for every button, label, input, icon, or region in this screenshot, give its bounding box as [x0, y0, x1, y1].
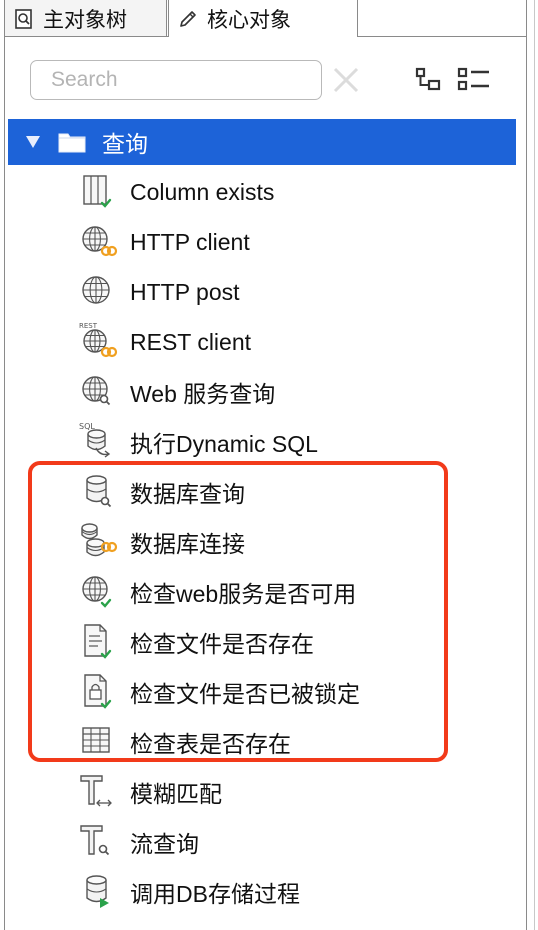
tree-item-label: Column exists [130, 178, 275, 205]
clear-x-icon[interactable] [332, 66, 360, 94]
tab-core-objects[interactable]: 核心对象 [168, 0, 358, 37]
tree-node-query[interactable]: 查询 [8, 119, 516, 165]
tab-label: 主对象树 [43, 7, 127, 32]
search-input[interactable] [30, 60, 322, 100]
tree-item-label: 执行Dynamic SQL [130, 431, 318, 457]
column-check-icon [78, 170, 128, 214]
tree-item[interactable]: 流查询 [78, 819, 518, 865]
list-view-icon[interactable] [457, 67, 491, 93]
stream-lookup-icon [78, 820, 128, 864]
tree-item[interactable]: SQL 执行Dynamic SQL [78, 419, 518, 465]
tab-main-object-tree[interactable]: 主对象树 [5, 0, 167, 37]
expand-arrow-icon[interactable] [26, 136, 40, 148]
tree-item-label: 模糊匹配 [130, 781, 222, 807]
globe-search-icon [78, 370, 128, 414]
hierarchy-view-icon[interactable] [415, 67, 443, 93]
svg-text:REST: REST [79, 322, 98, 330]
tree-item[interactable]: HTTP post [78, 269, 518, 315]
tree-item-label: Web 服务查询 [130, 381, 276, 407]
tree-item-label: REST client [130, 328, 252, 355]
globe-link-icon [78, 220, 128, 264]
tab-label: 核心对象 [207, 7, 291, 32]
sql-database-arrow-icon: SQL [78, 420, 128, 464]
tree-node-label: 查询 [102, 132, 148, 158]
database-play-icon [78, 870, 128, 914]
highlight-annotation-box [28, 461, 448, 762]
tab-bar: 主对象树 核心对象 [0, 0, 538, 37]
panel-border-right [526, 0, 527, 930]
tree-item[interactable]: HTTP client [78, 219, 518, 265]
tree-item[interactable]: 调用DB存储过程 [78, 869, 518, 915]
fuzzy-match-icon [78, 770, 128, 814]
tree-item[interactable]: 模糊匹配 [78, 769, 518, 815]
panel-border-outer [534, 0, 535, 930]
tree-item[interactable]: Web 服务查询 [78, 369, 518, 415]
tree-item[interactable]: REST REST client [78, 319, 518, 365]
tree-item-label: 流查询 [130, 831, 199, 857]
rest-globe-link-icon: REST [78, 320, 128, 364]
pencil-icon [177, 8, 199, 30]
tree-item-label: HTTP post [130, 278, 240, 305]
tree-item-label: 调用DB存储过程 [130, 881, 300, 907]
tree-search-icon [13, 8, 35, 30]
tree-item[interactable]: Column exists [78, 169, 518, 215]
tree-item-label: HTTP client [130, 228, 250, 255]
globe-icon [78, 270, 128, 314]
panel-border-left [4, 0, 5, 930]
folder-icon [58, 131, 86, 153]
